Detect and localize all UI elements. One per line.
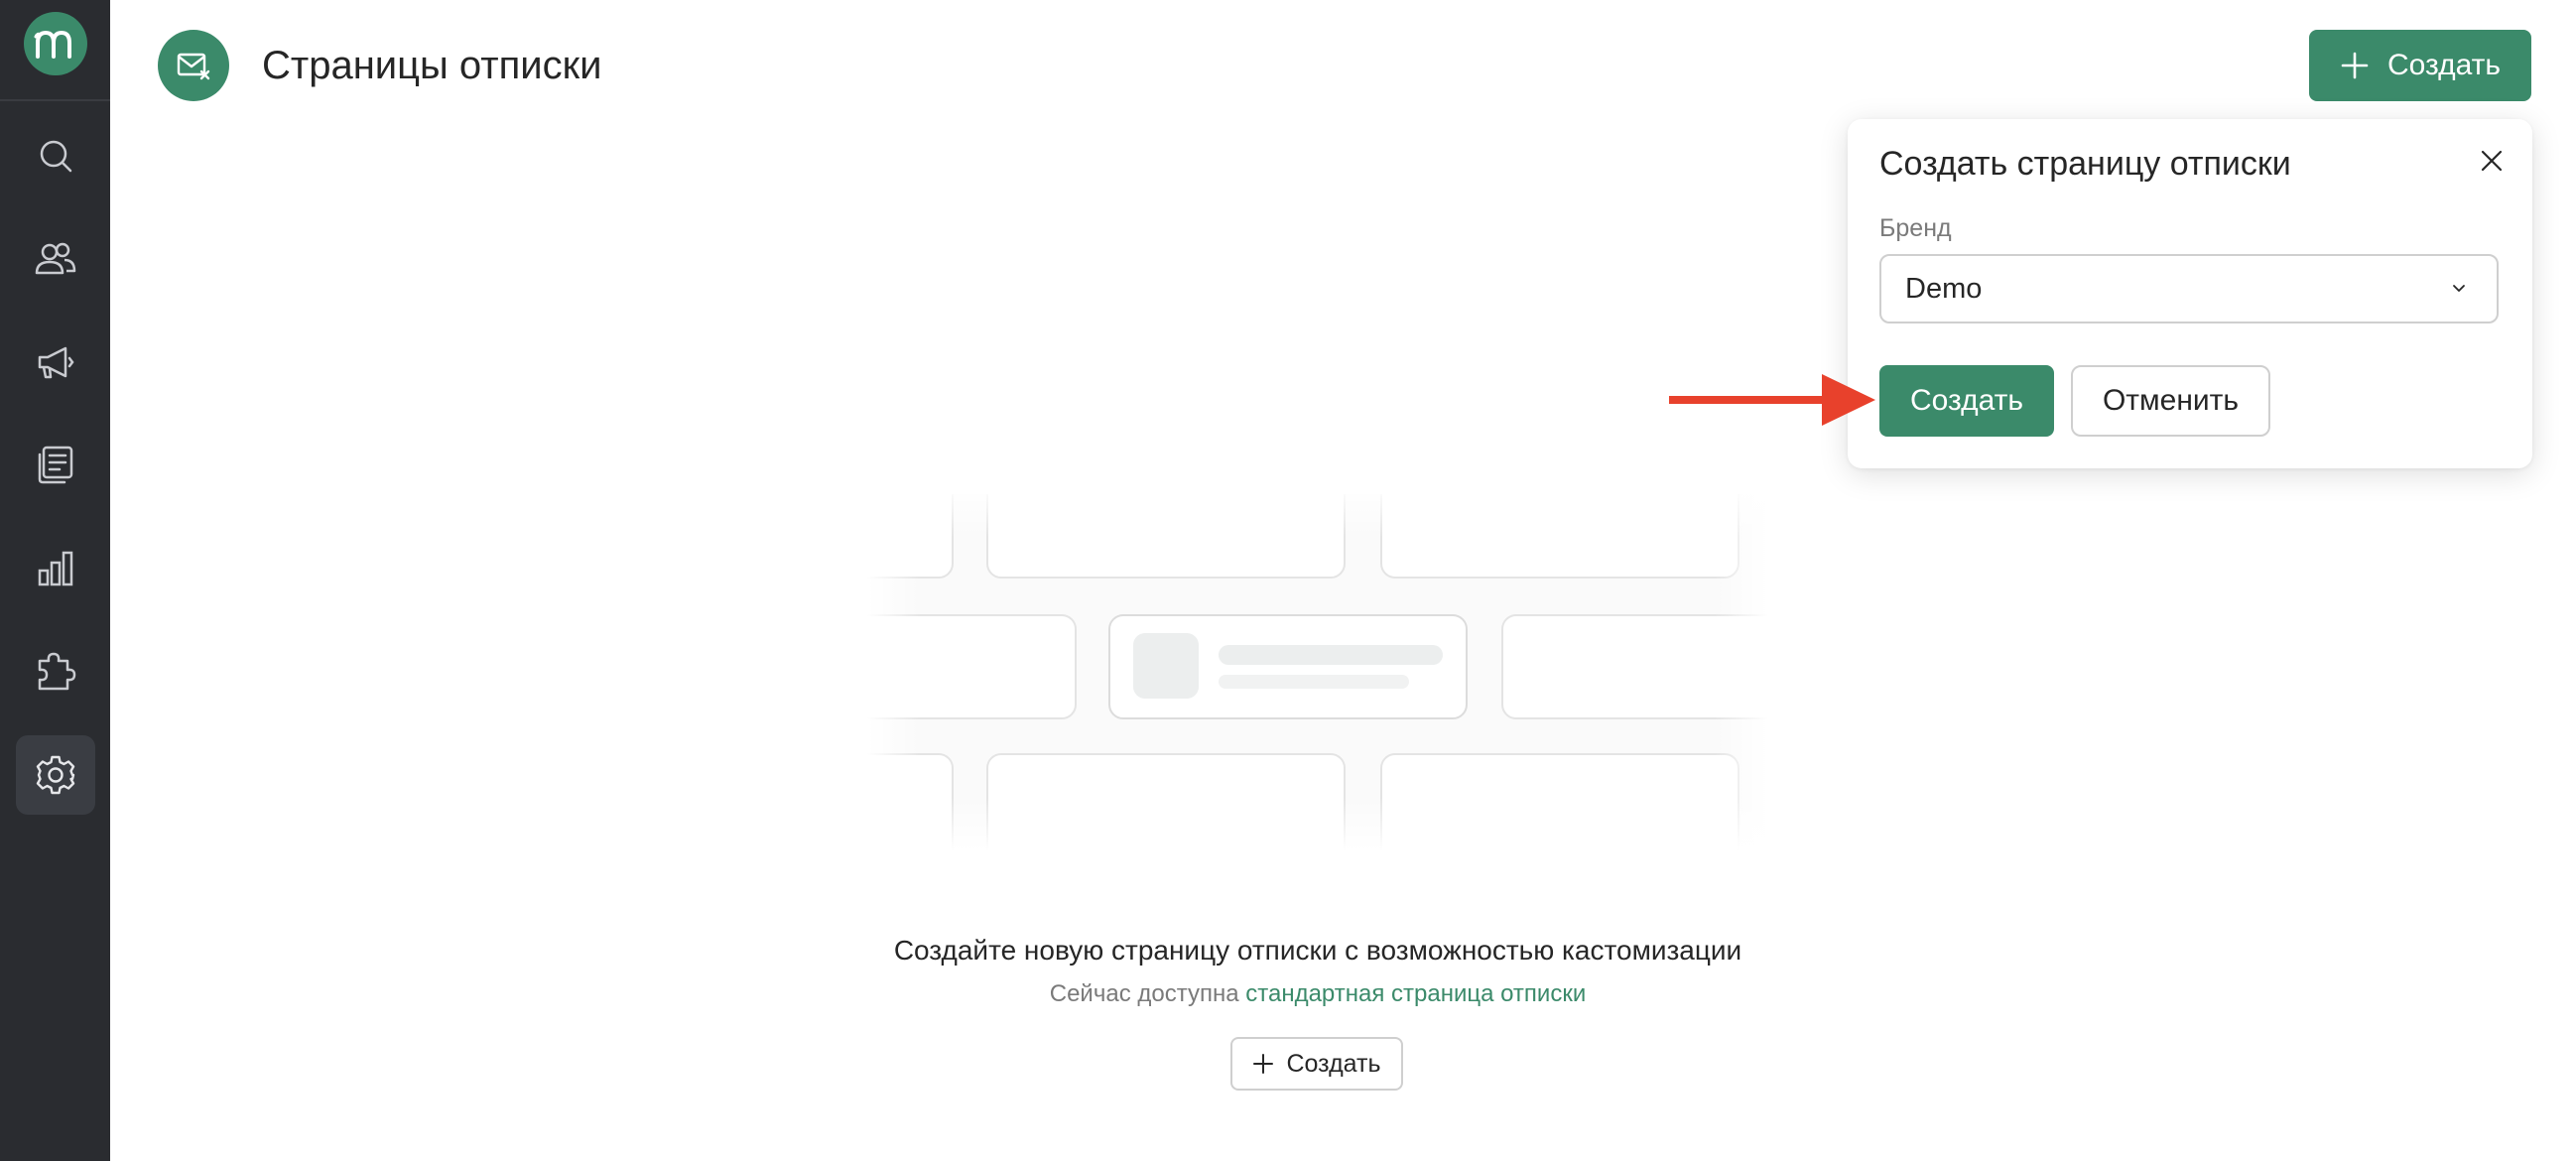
empty-state-illustration [867,494,1768,851]
header-create-button[interactable]: Создать [2309,30,2531,101]
brand-m-logo-icon [34,30,71,59]
sidebar-item-campaigns[interactable] [16,322,95,402]
empty-state-subtitle-prefix: Сейчас доступна [1049,980,1239,1007]
brand-select-value: Demo [1905,272,1983,305]
sidebar-item-content[interactable] [16,425,95,504]
popover-cancel-button[interactable]: Отменить [2071,365,2270,437]
sidebar-item-integrations[interactable] [16,631,95,710]
create-popover: Создать страницу отписки Бренд Demo Созд… [1848,119,2532,468]
empty-state-create-label: Создать [1286,1049,1381,1078]
page-icon [158,30,229,101]
chevron-down-icon [2453,285,2465,292]
users-icon [35,242,76,275]
popover-title: Создать страницу отписки [1879,145,2291,183]
sidebar-divider [0,99,110,101]
brand-logo[interactable] [24,12,87,75]
plus-icon [2341,52,2369,79]
sidebar-item-search[interactable] [16,116,95,195]
close-icon [2481,150,2503,172]
pages-icon [38,446,73,484]
empty-state-title: Создайте новую страницу отписки с возмож… [893,935,1742,966]
puzzle-icon [38,652,76,691]
annotation-arrow-icon [1669,374,1875,426]
page-title: Страницы отписки [262,44,602,87]
empty-state-subtitle: Сейчас доступна стандартная страница отп… [0,980,2576,1008]
sidebar-item-settings[interactable] [16,735,95,815]
gear-icon [36,755,75,795]
sidebar-item-contacts[interactable] [16,219,95,299]
plus-icon [1253,1054,1274,1074]
popover-close-button[interactable] [2474,143,2510,179]
default-unsubscribe-page-link[interactable]: стандартная страница отписки [1245,980,1586,1007]
empty-state-create-button[interactable]: Создать [1230,1037,1403,1091]
popover-create-button[interactable]: Создать [1879,365,2054,437]
megaphone-icon [38,346,74,379]
search-icon [40,140,72,173]
bar-chart-icon [38,551,73,586]
brand-select[interactable]: Demo [1879,254,2499,323]
brand-label: Бренд [1879,214,1952,242]
mail-unsubscribe-icon [177,53,210,80]
header-create-label: Создать [2386,49,2501,81]
sidebar-item-analytics[interactable] [16,529,95,608]
